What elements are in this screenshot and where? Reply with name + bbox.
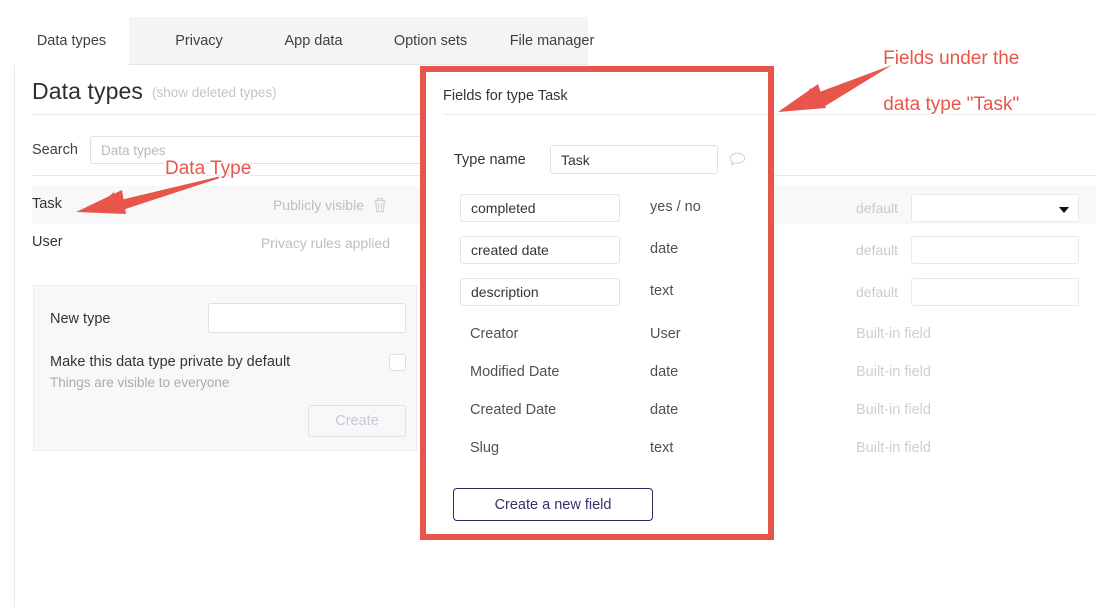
comment-bubble-icon[interactable] <box>729 152 746 167</box>
fields-panel-title: Fields for type Task <box>443 88 568 104</box>
field-type-label: User <box>650 326 681 342</box>
app-root: Data types Privacy App data Option sets … <box>0 0 1096 607</box>
field-name-input[interactable] <box>460 236 620 264</box>
field-name-label: Created Date <box>470 402 557 418</box>
field-name-label: Modified Date <box>470 364 560 380</box>
field-type-label: date <box>650 241 679 257</box>
create-new-field-button[interactable]: Create a new field <box>453 488 653 521</box>
field-builtin-label: Built-in field <box>856 402 931 418</box>
field-type-label: text <box>650 440 674 456</box>
field-type-label: date <box>650 402 679 418</box>
tab-strip: Data types Privacy App data Option sets … <box>14 17 594 65</box>
field-row: Creator User Built-in field <box>0 321 1096 359</box>
field-builtin-label: Built-in field <box>856 326 931 342</box>
tab-privacy[interactable]: Privacy <box>143 17 255 65</box>
field-name-label: Slug <box>470 440 500 456</box>
search-input[interactable] <box>90 136 470 164</box>
field-type-label: yes / no <box>650 199 701 215</box>
field-row: yes / no default <box>0 194 1096 232</box>
field-default-select[interactable] <box>911 194 1079 222</box>
field-row: date default <box>0 236 1096 274</box>
show-deleted-types-link[interactable]: (show deleted types) <box>152 85 277 100</box>
field-name-input[interactable] <box>460 194 620 222</box>
tab-app-data-label: App data <box>284 33 343 49</box>
tab-data-types-label: Data types <box>36 33 107 49</box>
field-default-label: default <box>856 242 899 258</box>
field-row: Modified Date date Built-in field <box>0 359 1096 397</box>
field-row: Slug text Built-in field <box>0 435 1096 473</box>
type-name-label: Type name <box>454 152 526 168</box>
tab-option-sets[interactable]: Option sets <box>372 17 489 65</box>
tab-data-types[interactable]: Data types <box>14 17 129 65</box>
annotation-fields-text: Fields under the data type "Task" <box>862 24 1019 139</box>
tab-file-manager-label: File manager <box>509 33 595 49</box>
tab-app-data[interactable]: App data <box>255 17 372 65</box>
field-name-label: Creator <box>470 326 519 342</box>
field-default-input[interactable] <box>911 236 1079 264</box>
field-type-label: date <box>650 364 679 380</box>
annotation-data-type-text: Data Type <box>165 158 252 179</box>
tab-option-sets-label: Option sets <box>393 33 468 49</box>
search-label: Search <box>32 142 78 158</box>
field-default-label: default <box>856 284 899 300</box>
tab-file-manager[interactable]: File manager <box>489 17 615 65</box>
page-title: Data types <box>32 78 143 104</box>
field-builtin-label: Built-in field <box>856 364 931 380</box>
field-row: Created Date date Built-in field <box>0 397 1096 435</box>
chevron-down-icon <box>1059 207 1069 213</box>
field-builtin-label: Built-in field <box>856 440 931 456</box>
annotation-fields-line1: Fields under the <box>883 48 1020 69</box>
field-type-label: text <box>650 283 674 299</box>
type-name-input[interactable] <box>550 145 718 174</box>
annotation-fields-line2: data type "Task" <box>883 94 1020 115</box>
field-default-label: default <box>856 200 899 216</box>
field-name-input[interactable] <box>460 278 620 306</box>
field-default-input[interactable] <box>911 278 1079 306</box>
field-row: text default <box>0 278 1096 316</box>
tab-privacy-label: Privacy <box>175 33 223 49</box>
